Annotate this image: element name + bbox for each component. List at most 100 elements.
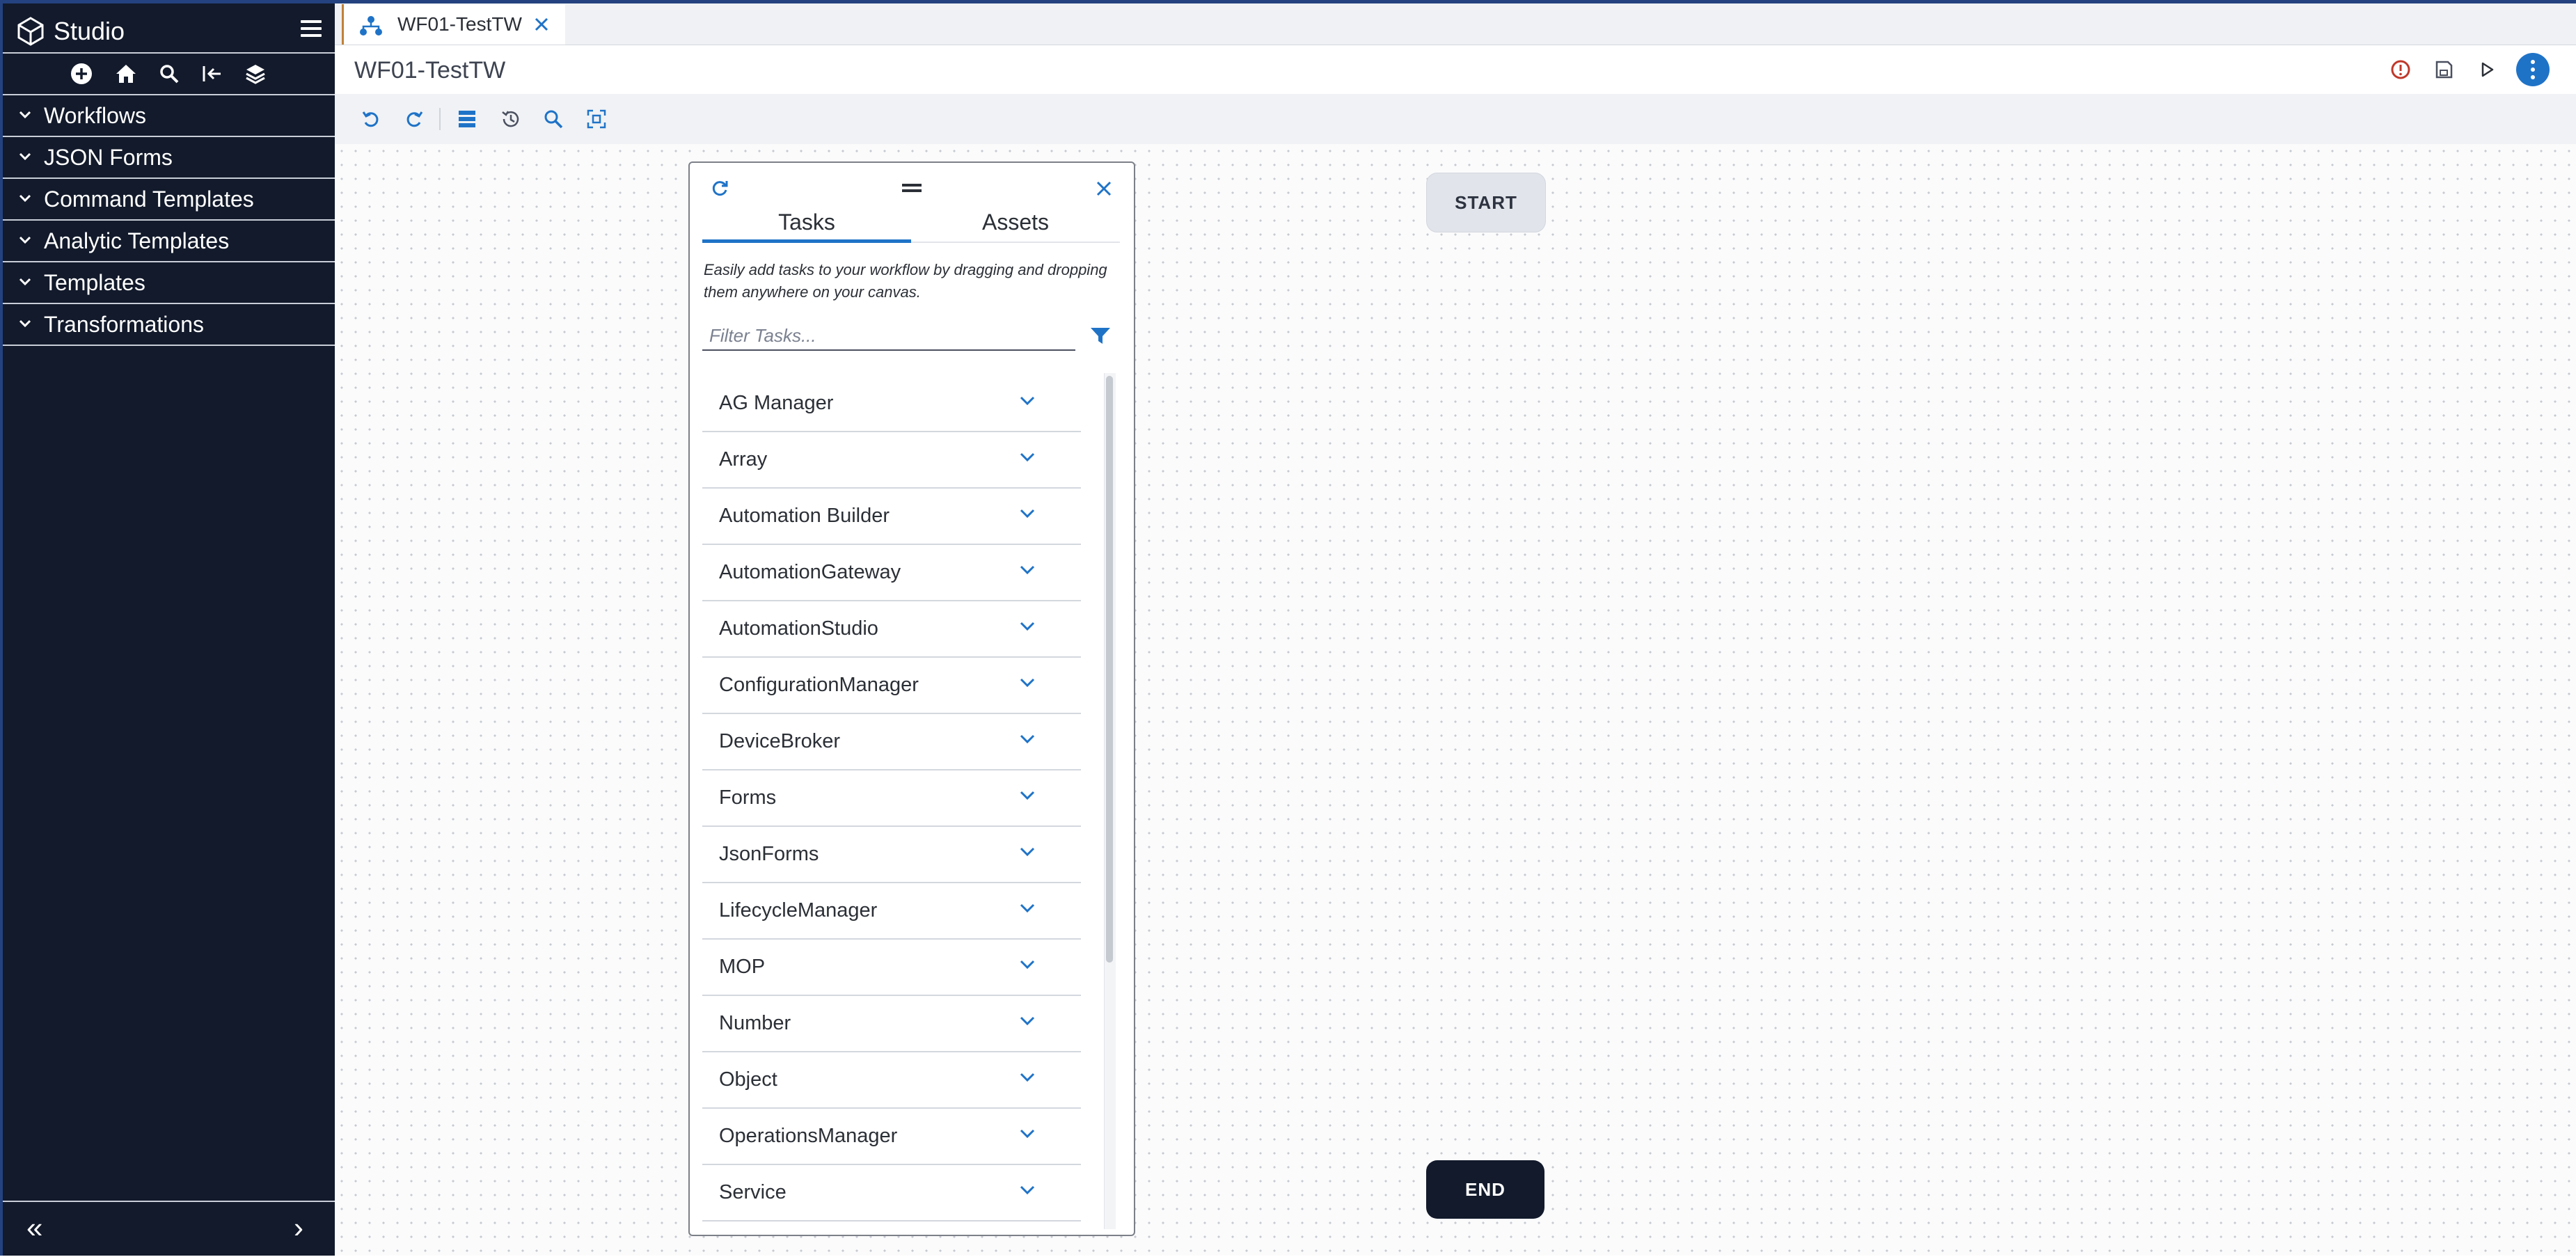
history-icon[interactable] [498,106,523,132]
fit-icon[interactable] [584,106,609,132]
tab-title: WF01-TestTW [397,13,522,35]
sidebar: Studio Workflows JSON Forms Command Temp… [0,0,335,1256]
refresh-icon[interactable] [710,179,729,198]
chevron-down-icon [1020,1129,1035,1139]
list-item[interactable]: Forms [702,770,1081,827]
sidebar-header: Studio [0,3,335,54]
task-name: OperationsManager [719,1125,898,1147]
sidebar-item-transformations[interactable]: Transformations [0,304,335,346]
sidebar-item-templates[interactable]: Templates [0,262,335,304]
list-item[interactable]: JsonForms [702,827,1081,883]
sidebar-item-analytic-templates[interactable]: Analytic Templates [0,221,335,262]
tasks-panel: Tasks Assets Easily add tasks to your wo… [688,161,1135,1236]
studio-logo-icon [17,17,44,46]
expand-sidebar-button[interactable]: › [294,1213,303,1242]
search-icon[interactable] [541,106,566,132]
sidebar-item-label: Command Templates [44,187,254,212]
chevron-down-icon [19,319,31,328]
menu-icon[interactable] [301,20,322,38]
chevron-down-icon [19,111,31,119]
list-item[interactable]: DeviceBroker [702,714,1081,770]
scrollbar-thumb[interactable] [1106,376,1113,963]
chevron-down-icon [1020,847,1035,857]
task-name: Number [719,1012,791,1034]
task-name: Automation Builder [719,505,890,527]
save-icon[interactable] [2431,57,2456,82]
chevron-down-icon [1020,1016,1035,1026]
chevron-down-icon [19,194,31,203]
workflow-canvas[interactable]: START END [335,144,2576,1256]
chevron-down-icon [1020,622,1035,631]
layout-icon[interactable] [455,106,480,132]
tab-tasks[interactable]: Tasks [702,206,911,238]
sidebar-item-label: Analytic Templates [44,228,230,253]
window-left-border [0,0,3,1256]
list-item[interactable]: Number [702,996,1081,1052]
task-name: Forms [719,786,777,809]
task-name: Service [719,1181,787,1203]
close-icon[interactable] [533,16,550,33]
drag-handle-icon[interactable] [902,184,922,195]
list-item[interactable]: LifecycleManager [702,883,1081,940]
chevron-down-icon [1020,678,1035,688]
sidebar-item-label: Templates [44,270,145,295]
task-name: JsonForms [719,843,819,865]
chevron-down-icon [1020,903,1035,913]
tab-assets[interactable]: Assets [911,206,1120,238]
end-node[interactable]: END [1426,1160,1544,1219]
chevron-down-icon [1020,452,1035,462]
chevron-down-icon [1020,791,1035,800]
list-item[interactable]: MOP [702,940,1081,996]
task-name: MOP [719,956,766,978]
list-item[interactable]: Service [702,1165,1081,1222]
more-icon[interactable] [2516,53,2550,86]
chevron-down-icon [1020,565,1035,575]
list-item[interactable]: Array [702,432,1081,489]
add-icon[interactable] [68,61,95,87]
search-icon[interactable] [156,61,182,87]
list-item[interactable]: ConfigurationManager [702,658,1081,714]
sidebar-toolbar [0,54,335,95]
list-item[interactable]: Object [702,1052,1081,1109]
list-item[interactable]: OperationsManager [702,1109,1081,1165]
list-item[interactable]: AutomationStudio [702,601,1081,658]
task-name: Object [719,1068,777,1091]
sidebar-item-workflows[interactable]: Workflows [0,95,335,137]
canvas-toolbar [335,94,2576,144]
home-icon[interactable] [113,61,139,87]
workflow-title: WF01-TestTW [354,57,506,84]
app-title: Studio [54,17,125,45]
task-name: ConfigurationManager [719,674,919,696]
list-item[interactable]: AG Manager [702,376,1081,432]
window-top-border [0,0,2576,3]
chevron-down-icon [1020,509,1035,519]
redo-icon[interactable] [402,106,427,132]
undo-icon[interactable] [358,106,384,132]
chevron-down-icon [1020,1185,1035,1195]
error-icon[interactable] [2388,57,2413,82]
start-node[interactable]: START [1426,173,1546,232]
list-item[interactable]: AutomationGateway [702,545,1081,601]
toolbar-divider [439,108,441,130]
chevron-down-icon [19,278,31,286]
filter-tasks-input[interactable] [702,322,1075,351]
chevron-down-icon [1020,960,1035,970]
tab-wf01-testtw[interactable]: WF01-TestTW [342,4,565,45]
run-icon[interactable] [2474,57,2499,82]
sidebar-footer: « › [0,1201,335,1257]
sidebar-item-command-templates[interactable]: Command Templates [0,179,335,221]
tab-bar: WF01-TestTW [335,0,2576,45]
sidebar-item-json-forms[interactable]: JSON Forms [0,137,335,179]
filter-icon[interactable] [1089,326,1112,347]
chevron-down-icon [1020,1073,1035,1082]
chevron-down-icon [19,236,31,244]
import-icon[interactable] [199,61,226,87]
list-item[interactable]: Automation Builder [702,489,1081,545]
layers-icon[interactable] [242,61,269,87]
close-icon[interactable] [1095,180,1113,198]
tasks-hint: Easily add tasks to your workflow by dra… [704,261,1107,301]
workflow-titlebar: WF01-TestTW [335,45,2576,94]
task-list: AG Manager Array Automation Builder Auto… [702,376,1081,1222]
workflow-icon [360,16,382,35]
collapse-sidebar-button[interactable]: « [26,1213,42,1242]
